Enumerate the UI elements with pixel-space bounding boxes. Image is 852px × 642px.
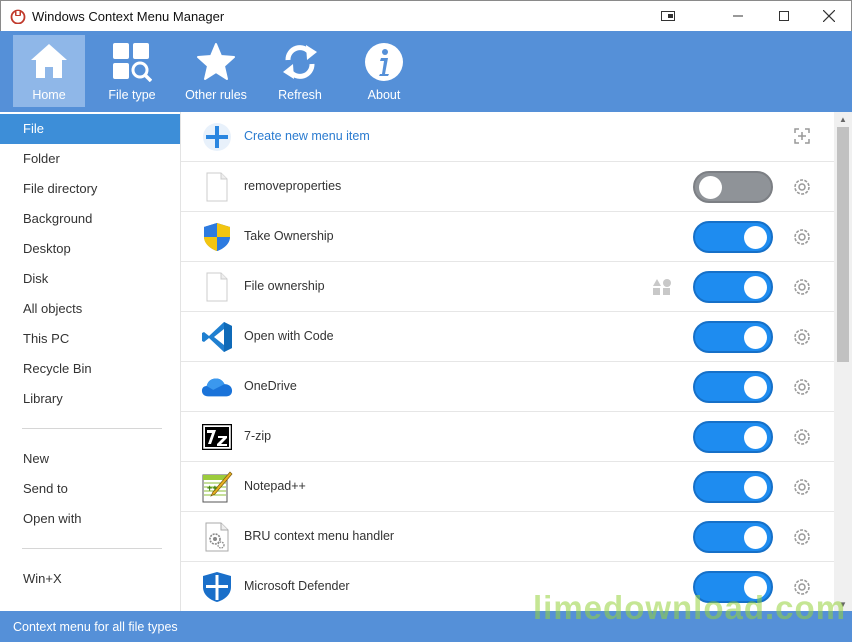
vscode-icon	[201, 321, 233, 353]
list-item-label: 7-zip	[244, 429, 272, 443]
list-item-label: Notepad++	[244, 479, 306, 493]
gear-icon[interactable]	[792, 277, 812, 297]
home-button[interactable]: Home	[13, 35, 85, 107]
gear-icon[interactable]	[792, 327, 812, 347]
sidebar-item-background[interactable]: Background	[0, 204, 180, 234]
gear-icon[interactable]	[792, 377, 812, 397]
sidebar-divider	[22, 548, 162, 549]
star-icon	[197, 43, 235, 80]
sidebar-item-send-to[interactable]: Send to	[0, 474, 180, 504]
other-rules-button[interactable]: Other rules	[180, 35, 252, 107]
restore-window-button[interactable]	[645, 1, 691, 31]
sidebar-item-file-directory[interactable]: File directory	[0, 174, 180, 204]
window-title: Windows Context Menu Manager	[32, 9, 225, 24]
file-type-icon	[113, 43, 152, 82]
blank-file-icon	[201, 171, 233, 203]
gear-icon[interactable]	[792, 427, 812, 447]
other-rules-label: Other rules	[185, 88, 247, 102]
maximize-icon	[779, 11, 789, 21]
enable-toggle[interactable]	[693, 371, 773, 403]
list-item-label: BRU context menu handler	[244, 529, 395, 543]
enable-toggle[interactable]	[693, 221, 773, 253]
gear-icon[interactable]	[792, 177, 812, 197]
enable-toggle[interactable]	[693, 171, 773, 203]
minimize-icon	[733, 15, 743, 17]
enable-toggle[interactable]	[693, 521, 773, 553]
sidebar-item-file[interactable]: File	[0, 114, 180, 144]
scrollbar-thumb[interactable]	[837, 127, 849, 362]
restore-window-icon	[661, 11, 675, 21]
home-icon	[31, 44, 67, 78]
sidebar-item-this-pc[interactable]: This PC	[0, 324, 180, 354]
close-button[interactable]	[806, 1, 852, 31]
sidebar: File Folder File directory Background De…	[0, 112, 181, 611]
info-icon	[365, 43, 403, 81]
list-item: File ownership	[181, 262, 834, 312]
list-item: OneDrive	[181, 362, 834, 412]
sidebar-item-disk[interactable]: Disk	[0, 264, 180, 294]
enable-toggle[interactable]	[693, 421, 773, 453]
list-item: removeproperties	[181, 162, 834, 212]
sidebar-item-desktop[interactable]: Desktop	[0, 234, 180, 264]
close-icon	[823, 10, 835, 22]
file-type-label: File type	[108, 88, 156, 102]
list-item: Take Ownership	[181, 212, 834, 262]
svg-text:++: ++	[207, 483, 218, 493]
defender-icon	[201, 571, 233, 603]
title-bar: Windows Context Menu Manager	[0, 0, 852, 31]
add-item-icon[interactable]	[792, 126, 812, 146]
sidebar-item-recycle-bin[interactable]: Recycle Bin	[0, 354, 180, 384]
onedrive-icon	[201, 371, 233, 403]
sidebar-item-win-x[interactable]: Win+X	[0, 564, 180, 594]
refresh-label: Refresh	[278, 88, 322, 102]
watermark: limedownload.com	[533, 589, 847, 626]
sidebar-item-all-objects[interactable]: All objects	[0, 294, 180, 324]
sidebar-item-library[interactable]: Library	[0, 384, 180, 414]
refresh-button[interactable]: Refresh	[264, 35, 336, 107]
scroll-up-icon[interactable]: ▲	[834, 112, 852, 126]
create-new-item-label[interactable]: Create new menu item	[244, 129, 370, 143]
notepadpp-icon: ++	[201, 471, 233, 503]
minimize-button[interactable]	[715, 1, 761, 31]
vertical-scrollbar[interactable]: ▲ ▼	[834, 112, 852, 611]
enable-toggle[interactable]	[693, 471, 773, 503]
list-item: BRU context menu handler	[181, 512, 834, 562]
shapes-icon	[653, 279, 671, 295]
list-item: 7-zip	[181, 412, 834, 462]
list-item-label: File ownership	[244, 279, 325, 293]
list-item-label: removeproperties	[244, 179, 342, 193]
gear-icon[interactable]	[792, 527, 812, 547]
gear-file-icon	[201, 521, 233, 553]
enable-toggle[interactable]	[693, 271, 773, 303]
gear-icon[interactable]	[792, 477, 812, 497]
home-label: Home	[32, 88, 66, 102]
maximize-button[interactable]	[761, 1, 807, 31]
about-button[interactable]: About	[348, 35, 420, 107]
sidebar-item-folder[interactable]: Folder	[0, 144, 180, 174]
list-item-label: Open with Code	[244, 329, 334, 343]
list-item-label: OneDrive	[244, 379, 297, 393]
list-item-label: Take Ownership	[244, 229, 334, 243]
list-item-label: Microsoft Defender	[244, 579, 350, 593]
refresh-icon	[283, 45, 317, 79]
blank-file-icon	[201, 271, 233, 303]
sidebar-divider	[22, 428, 162, 429]
create-new-item-row[interactable]: Create new menu item	[181, 112, 834, 162]
list-item: Open with Code	[181, 312, 834, 362]
enable-toggle[interactable]	[693, 321, 773, 353]
app-icon	[10, 9, 26, 24]
status-text: Context menu for all file types	[13, 620, 178, 634]
uac-shield-icon	[201, 221, 233, 253]
7zip-icon	[201, 421, 233, 453]
gear-icon[interactable]	[792, 227, 812, 247]
list-item: ++ Notepad++	[181, 462, 834, 512]
sidebar-item-new[interactable]: New	[0, 444, 180, 474]
menu-item-list: Create new menu item removeproperties Ta…	[181, 112, 834, 611]
sidebar-item-open-with[interactable]: Open with	[0, 504, 180, 534]
plus-icon	[201, 121, 233, 153]
ribbon-toolbar: Home File type Other rules Refresh About	[0, 31, 852, 112]
file-type-button[interactable]: File type	[96, 35, 168, 107]
about-label: About	[367, 88, 401, 102]
